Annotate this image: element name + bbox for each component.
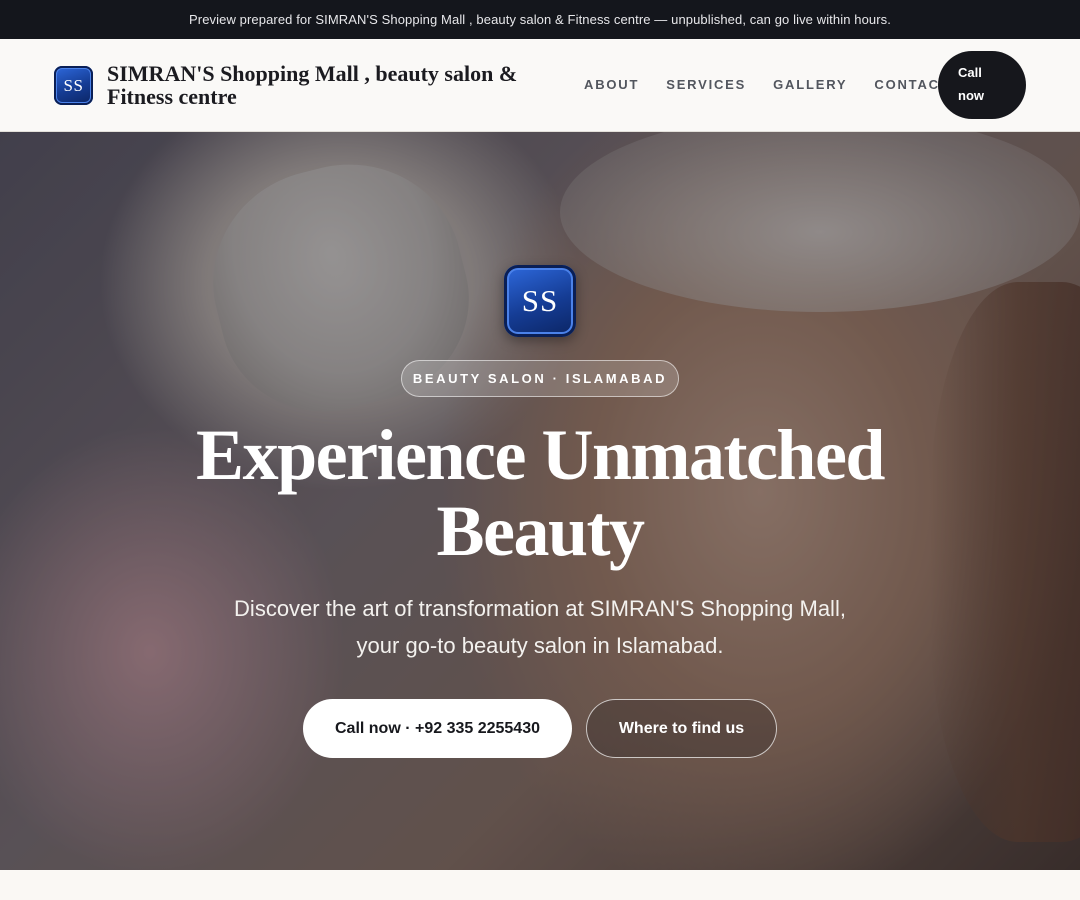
- brand-name[interactable]: SIMRAN'S Shopping Mall , beauty salon & …: [107, 62, 557, 108]
- header-call-now-button[interactable]: Call now: [938, 51, 1026, 119]
- hero-logo-text: SS: [521, 283, 559, 318]
- hero-section: SS BEAUTY SALON · ISLAMABAD Experience U…: [0, 132, 1080, 870]
- headline-line1: Experience Unmatched: [196, 415, 885, 495]
- hero-subtext: Discover the art of transformation at SI…: [190, 590, 890, 664]
- call-button-line1: Call: [958, 65, 982, 80]
- next-section: [0, 870, 1080, 900]
- where-to-find-us-button[interactable]: Where to find us: [586, 699, 777, 758]
- call-button-line2: now: [958, 88, 984, 103]
- hero-logo: SS: [504, 265, 576, 337]
- hero-headline: Experience Unmatched Beauty: [140, 417, 940, 569]
- subtext-line1: Discover the art of transformation at SI…: [234, 596, 846, 621]
- call-now-phone-button[interactable]: Call now · +92 335 2255430: [303, 699, 572, 758]
- site-header: SS SIMRAN'S Shopping Mall , beauty salon…: [0, 39, 1080, 132]
- headline-line2: Beauty: [436, 491, 646, 571]
- nav-link-about[interactable]: ABOUT: [584, 77, 639, 93]
- brand-logo-text: SS: [63, 75, 84, 95]
- brand-logo[interactable]: SS: [54, 66, 93, 105]
- main-nav: ABOUT SERVICES GALLERY CONTACT: [584, 77, 950, 93]
- nav-link-services[interactable]: SERVICES: [666, 77, 746, 93]
- preview-notice-bar: Preview prepared for SIMRAN'S Shopping M…: [0, 0, 1080, 39]
- preview-notice-text: Preview prepared for SIMRAN'S Shopping M…: [189, 12, 891, 27]
- subtext-line2: your go-to beauty salon in Islamabad.: [356, 633, 724, 658]
- nav-link-gallery[interactable]: GALLERY: [773, 77, 847, 93]
- category-badge: BEAUTY SALON · ISLAMABAD: [401, 360, 679, 397]
